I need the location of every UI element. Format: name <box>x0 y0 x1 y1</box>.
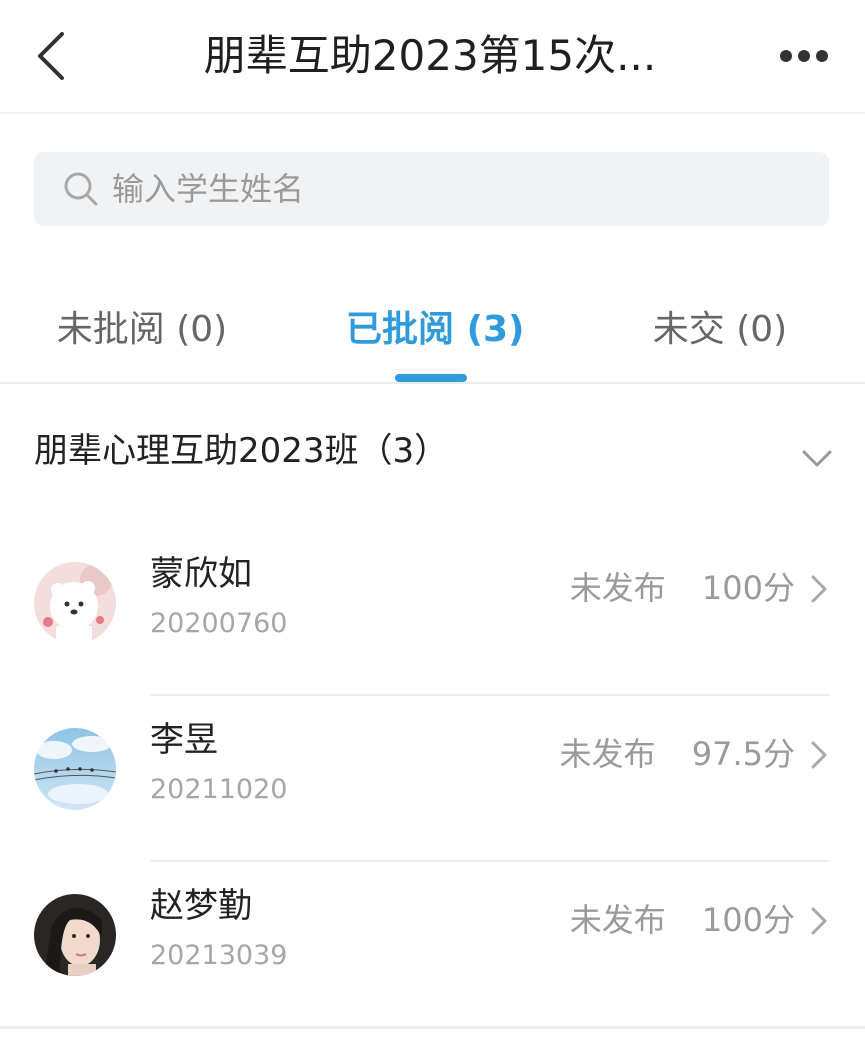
search-input[interactable] <box>112 152 802 226</box>
bear-avatar-image <box>34 562 116 644</box>
tab-reviewed[interactable]: 已批阅 (3) <box>346 302 525 358</box>
top-nav-bar: 朋辈互助2023第15次... <box>0 0 865 114</box>
avatar <box>34 894 116 976</box>
student-name: 蒙欣如 <box>150 554 252 594</box>
tab-unreviewed[interactable]: 未批阅 (0) <box>56 302 228 358</box>
student-name: 赵梦勤 <box>150 886 252 926</box>
back-button[interactable] <box>28 28 76 84</box>
student-score: 100分 <box>701 569 795 607</box>
student-id: 20211020 <box>150 774 288 805</box>
active-tab-indicator <box>395 374 467 382</box>
student-name: 李昱 <box>150 720 218 760</box>
chevron-right-icon <box>811 575 827 603</box>
class-group-name: 朋辈心理互助2023班（3） <box>34 431 449 471</box>
class-group-header[interactable]: 朋辈心理互助2023班（3） <box>0 410 865 490</box>
student-score: 100分 <box>701 901 795 939</box>
more-dots-icon <box>780 50 828 62</box>
student-id: 20200760 <box>150 608 288 639</box>
publish-status: 未发布 <box>559 735 656 773</box>
avatar <box>34 562 116 644</box>
tab-not-submitted[interactable]: 未交 (0) <box>652 302 788 358</box>
student-result: 未发布 100分 <box>570 896 795 944</box>
bottom-divider <box>0 1026 865 1029</box>
chevron-right-icon <box>811 907 827 935</box>
publish-status: 未发布 <box>569 901 666 939</box>
student-row[interactable]: 蒙欣如 20200760 未发布 100分 <box>0 530 865 696</box>
avatar <box>34 728 116 810</box>
student-result: 未发布 100分 <box>570 564 795 612</box>
chevron-down-icon[interactable] <box>800 446 834 472</box>
student-row[interactable]: 李昱 20211020 未发布 97.5分 <box>0 696 865 862</box>
more-button[interactable] <box>772 36 836 76</box>
review-tabs: 未批阅 (0) 已批阅 (3) 未交 (0) <box>0 282 865 384</box>
student-score: 97.5分 <box>691 735 795 773</box>
search-bar <box>34 152 829 226</box>
chevron-right-icon <box>811 741 827 769</box>
chevron-left-icon <box>38 32 64 80</box>
student-result: 未发布 97.5分 <box>560 730 795 778</box>
sky-avatar-image <box>34 728 116 810</box>
page-title: 朋辈互助2023第15次... <box>203 31 657 80</box>
portrait-avatar-image <box>34 894 116 976</box>
student-row[interactable]: 赵梦勤 20213039 未发布 100分 <box>0 862 865 1028</box>
search-icon <box>64 172 98 206</box>
student-id: 20213039 <box>150 940 288 971</box>
publish-status: 未发布 <box>569 569 666 607</box>
